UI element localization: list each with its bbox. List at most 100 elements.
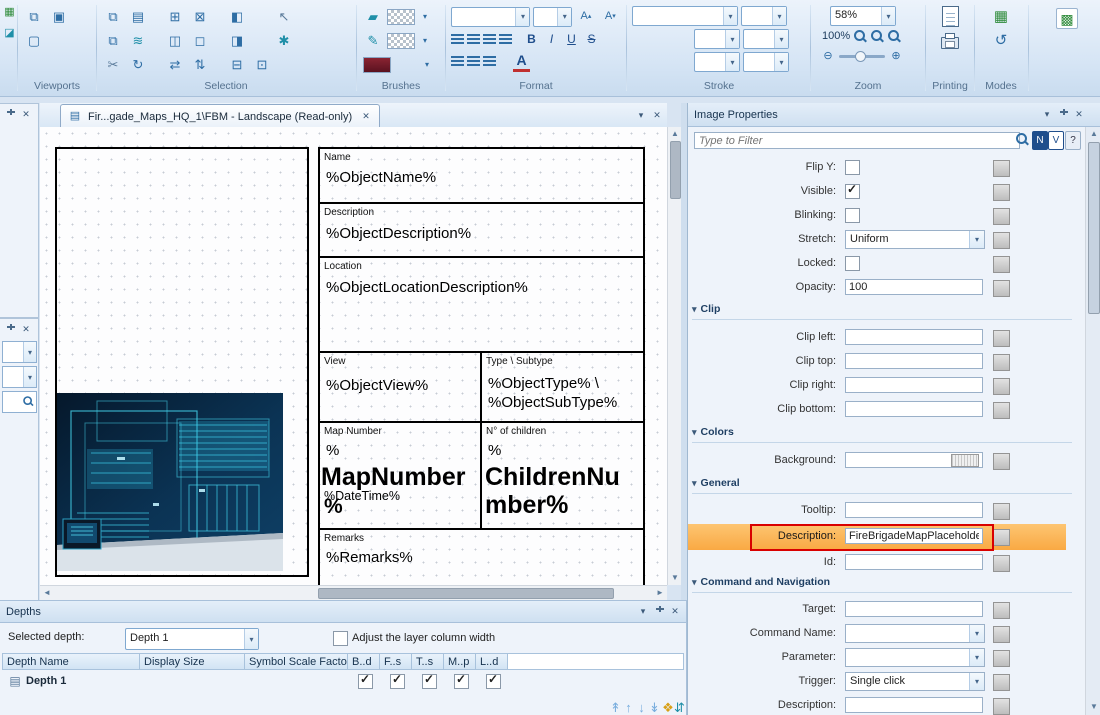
properties-panel-header[interactable]: Image Properties ▾ ✕ (688, 103, 1100, 127)
section-header-colors[interactable]: ▾Colors (692, 426, 1072, 443)
selected-depth-dropdown-icon[interactable]: ▾ (244, 629, 258, 649)
flip-vertical-icon[interactable]: ⇅ (189, 54, 211, 75)
stroke-dash-select[interactable]: ▾ (694, 52, 740, 72)
scroll-up-icon[interactable]: ▲ (671, 130, 679, 138)
valign-top-icon[interactable] (451, 56, 464, 67)
column-header-b[interactable]: B..d (348, 653, 380, 670)
command-description-animation-button[interactable] (993, 698, 1010, 715)
modes-sheet-icon[interactable]: ▦ (990, 6, 1012, 27)
field-row-view-type[interactable]: View %ObjectView% Type \ Subtype %Object… (320, 351, 643, 421)
vertical-scroll-thumb[interactable] (670, 141, 681, 199)
map-placeholder-frame[interactable] (55, 147, 309, 577)
print-preview-icon[interactable] (942, 6, 959, 27)
modes-undo-icon[interactable]: ↺ (990, 30, 1012, 51)
stroke-cap-select[interactable]: ▾ (694, 29, 740, 49)
zoom-level-select[interactable]: 58%▾ (830, 6, 896, 26)
align-left-icon[interactable] (451, 34, 464, 45)
visible-checkbox[interactable] (845, 184, 860, 199)
font-family-dropdown-icon[interactable]: ▾ (515, 8, 529, 26)
align-justify-icon[interactable] (499, 34, 512, 45)
section-header-general[interactable]: ▾General (692, 477, 1072, 494)
parameter-dropdown-icon[interactable]: ▾ (969, 649, 984, 666)
column-header-depth-name[interactable]: Depth Name (2, 653, 140, 670)
depth-check-m[interactable] (454, 674, 469, 689)
zoom-level-dropdown-icon[interactable]: ▾ (881, 7, 895, 25)
trigger-dropdown-icon[interactable]: ▾ (969, 673, 984, 690)
depth-check-t[interactable] (422, 674, 437, 689)
stroke-pencil-icon[interactable]: ✎ (362, 30, 384, 51)
dropdown-icon[interactable]: ▾ (23, 342, 36, 362)
color-swatch[interactable] (363, 57, 391, 73)
chevron-down-icon[interactable]: ▾ (636, 604, 650, 618)
adjust-layer-width-checkbox[interactable] (333, 631, 348, 646)
scroll-down-icon[interactable]: ▼ (1090, 703, 1098, 711)
scroll-right-icon[interactable]: ► (656, 589, 664, 597)
opacity-input[interactable] (845, 279, 983, 295)
close-icon[interactable]: ✕ (668, 604, 682, 618)
flip-y-checkbox[interactable] (845, 160, 860, 175)
cut-icon[interactable]: ✂ (102, 54, 124, 75)
stretch-select[interactable]: Uniform▾ (845, 230, 985, 249)
command-name-select[interactable]: ▾ (845, 624, 985, 643)
pin-icon[interactable] (5, 109, 16, 120)
column-header-t[interactable]: T..s (412, 653, 444, 670)
background-animation-button[interactable] (993, 453, 1010, 470)
dock-search-box[interactable] (2, 391, 37, 413)
background-color-picker-button[interactable] (951, 454, 979, 467)
pin-icon[interactable] (5, 324, 16, 335)
scroll-up-icon[interactable]: ▲ (1090, 130, 1098, 138)
blinking-checkbox[interactable] (845, 208, 860, 223)
id-animation-button[interactable] (993, 555, 1010, 572)
print-icon[interactable] (941, 37, 959, 49)
trigger-select[interactable]: Single click▾ (845, 672, 985, 691)
blinking-animation-button[interactable] (993, 208, 1010, 225)
valign-middle-icon[interactable] (467, 56, 480, 67)
help-button[interactable]: ? (1065, 131, 1081, 150)
target-input[interactable] (845, 601, 983, 617)
bring-to-front-icon[interactable]: ◧ (226, 6, 248, 27)
italic-button[interactable]: I (543, 30, 560, 48)
opacity-animation-button[interactable] (993, 280, 1010, 297)
selected-depth-select[interactable]: Depth 1 ▾ (125, 628, 259, 650)
field-row-name[interactable]: Name %ObjectName% (320, 149, 643, 202)
command-name-animation-button[interactable] (993, 626, 1010, 643)
close-tab-icon[interactable]: ✕ (359, 110, 373, 124)
zoom-slider-thumb[interactable] (855, 51, 866, 62)
distribute-horizontal-icon[interactable]: ⊟ (226, 54, 248, 75)
stroke-width-select[interactable]: ▾ (741, 6, 787, 26)
placeholder-map-image[interactable] (57, 393, 283, 571)
filter-input[interactable] (694, 132, 1020, 149)
distribute-vertical-icon[interactable]: ⊡ (251, 54, 273, 75)
lasso-select-icon[interactable]: ≋ (127, 30, 149, 51)
clip-left-input[interactable] (845, 329, 983, 345)
valign-bottom-icon[interactable] (483, 56, 496, 67)
depth-table-row[interactable]: ▤ Depth 1 (2, 671, 684, 693)
fill-dropdown-icon[interactable]: ▾ (418, 6, 432, 27)
field-row-location[interactable]: Location %ObjectLocationDescription% (320, 256, 643, 351)
field-row-description[interactable]: Description %ObjectDescription% (320, 202, 643, 256)
tooltip-input[interactable] (845, 502, 983, 518)
font-family-select[interactable]: ▾ (451, 7, 530, 27)
dropdown-icon[interactable]: ▾ (23, 367, 36, 387)
underline-button[interactable]: U (563, 30, 580, 48)
zoom-in-button[interactable]: ⊕ (888, 46, 904, 67)
field-row-mapnumber-children[interactable]: Map Number % MapNumber %DateTime% % N° o… (320, 421, 643, 528)
chevron-down-icon[interactable]: ▾ (1040, 107, 1054, 121)
depth-check-l[interactable] (486, 674, 501, 689)
tooltip-animation-button[interactable] (993, 503, 1010, 520)
font-color-button[interactable]: A (513, 51, 530, 72)
command-description-input[interactable] (845, 697, 983, 713)
canvas-horizontal-scrollbar[interactable]: ◄ ► (40, 585, 667, 600)
document-tab[interactable]: ▤ Fir...gade_Maps_HQ_1\FBM - Landscape (… (60, 104, 380, 128)
align-center-icon[interactable] (467, 34, 480, 45)
clip-bottom-animation-button[interactable] (993, 402, 1010, 419)
reorder-icon[interactable]: ⇵ (672, 697, 687, 715)
filter-value-button[interactable]: V (1048, 131, 1064, 150)
horizontal-scroll-thumb[interactable] (318, 588, 614, 599)
depth-check-b[interactable] (358, 674, 373, 689)
duplicate-viewport-icon[interactable]: ⧉ (23, 6, 45, 27)
close-document-icon[interactable]: ✕ (650, 108, 664, 122)
trigger-animation-button[interactable] (993, 674, 1010, 691)
zoom-out-button[interactable]: ⊖ (820, 46, 836, 67)
stroke-miter-dropdown-icon[interactable]: ▾ (774, 53, 788, 71)
